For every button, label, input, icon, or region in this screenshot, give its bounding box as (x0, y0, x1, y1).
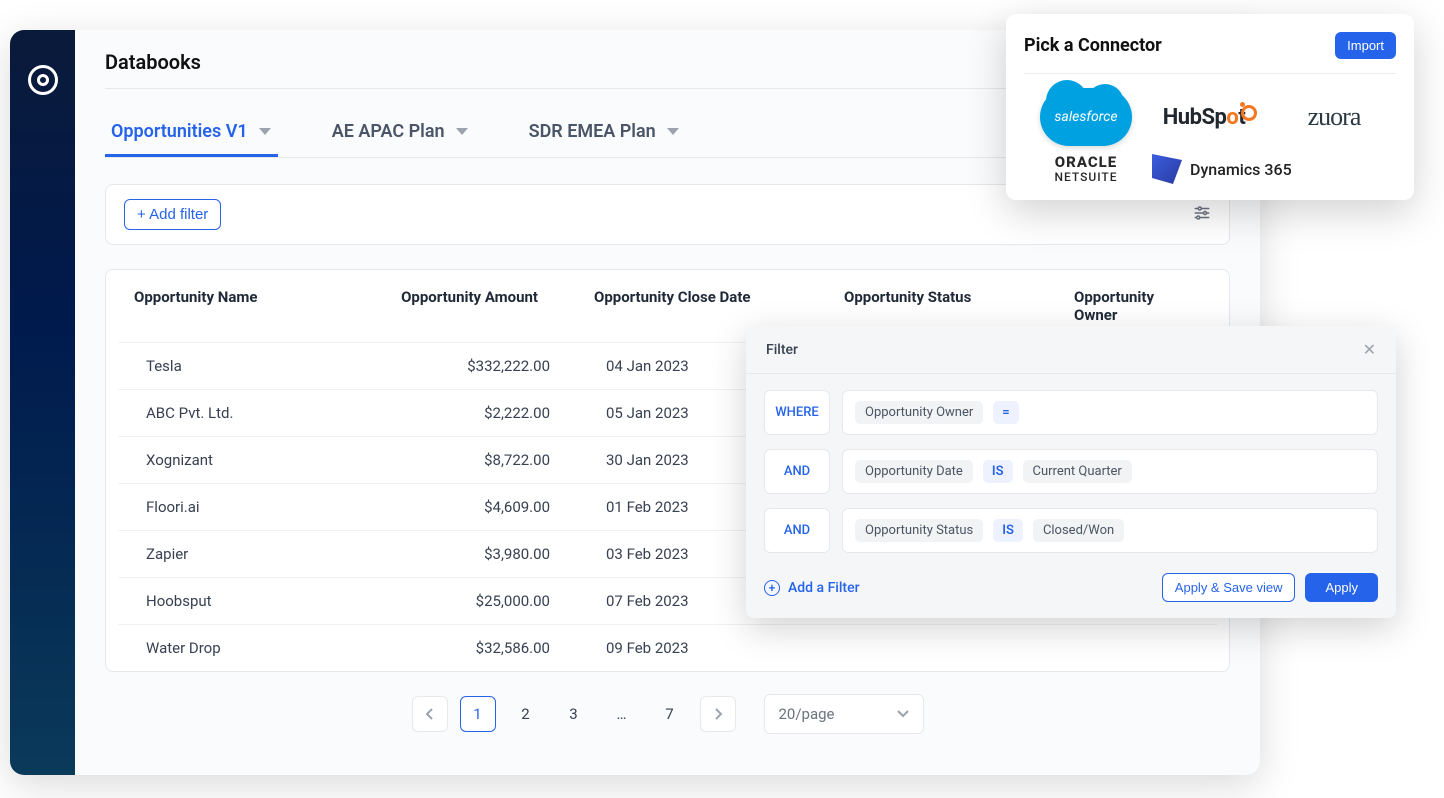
add-filter-link[interactable]: + Add a Filter (764, 580, 860, 596)
sidebar (10, 30, 75, 775)
page-next-button[interactable] (700, 696, 736, 732)
pagination: 1 2 3 … 7 20/page (105, 694, 1230, 734)
filter-expression[interactable]: Opportunity Owner = (842, 390, 1378, 435)
filter-expression[interactable]: Opportunity Date IS Current Quarter (842, 449, 1378, 494)
cell-name: Hoobsput (146, 592, 406, 610)
cell-amount: $4,609.00 (406, 498, 606, 516)
col-header-close-date: Opportunity Close Date (594, 288, 844, 324)
page-ellipsis: … (604, 696, 640, 732)
tab-ae-apac-plan[interactable]: AE APAC Plan (326, 109, 475, 157)
cell-name: Water Drop (146, 639, 406, 657)
oracle-top-label: ORACLE (1054, 155, 1117, 171)
filter-footer-buttons: Apply & Save view Apply (1162, 573, 1378, 602)
cell-name: Zapier (146, 545, 406, 563)
sliders-icon[interactable] (1193, 204, 1211, 226)
connector-zuora[interactable]: zuora (1308, 102, 1361, 132)
tab-opportunities-v1[interactable]: Opportunities V1 (105, 109, 278, 157)
filter-value-chip[interactable]: Current Quarter (1023, 460, 1132, 483)
col-header-name: Opportunity Name (134, 288, 394, 324)
col-header-status: Opportunity Status (844, 288, 1074, 324)
close-icon[interactable]: ✕ (1363, 340, 1376, 359)
cell-name: Xognizant (146, 451, 406, 469)
tab-label: AE APAC Plan (332, 121, 445, 142)
connector-hubspot[interactable]: HubSpot (1163, 105, 1258, 130)
col-header-owner: Opportunity Owner (1074, 288, 1201, 324)
import-button[interactable]: Import (1335, 32, 1396, 59)
cell-name: Tesla (146, 357, 406, 375)
clause-and[interactable]: AND (764, 449, 830, 494)
chevron-down-icon (455, 127, 469, 137)
app-logo-icon (28, 65, 58, 95)
filter-op-chip[interactable]: IS (993, 519, 1023, 542)
add-filter-link-label: Add a Filter (788, 580, 860, 596)
filter-field-chip[interactable]: Opportunity Date (855, 460, 973, 483)
tab-sdr-emea-plan[interactable]: SDR EMEA Plan (523, 109, 686, 157)
filter-panel-footer: + Add a Filter Apply & Save view Apply (746, 567, 1396, 618)
add-filter-button[interactable]: + Add filter (124, 199, 221, 230)
cell-amount: $25,000.00 (406, 592, 606, 610)
filter-op-chip[interactable]: IS (983, 460, 1013, 483)
chevron-down-icon (258, 127, 272, 137)
hubspot-label: HubSpot (1163, 105, 1246, 130)
filter-row: WHERE Opportunity Owner = (764, 390, 1378, 435)
page-size-select[interactable]: 20/page (764, 694, 924, 734)
tab-label: Opportunities V1 (111, 121, 248, 142)
filter-field-chip[interactable]: Opportunity Status (855, 519, 983, 542)
filter-panel-head: Filter ✕ (746, 326, 1396, 374)
table-row[interactable]: Water Drop $32,586.00 09 Feb 2023 (118, 624, 1217, 671)
col-header-amount: Opportunity Amount (394, 288, 594, 324)
filter-value-chip[interactable]: Closed/Won (1033, 519, 1124, 542)
tab-label: SDR EMEA Plan (529, 121, 656, 142)
page-size-label: 20/page (779, 705, 835, 723)
chevron-right-icon (713, 708, 723, 720)
filter-field-chip[interactable]: Opportunity Owner (855, 401, 983, 424)
chevron-down-icon (897, 710, 909, 718)
plus-circle-icon: + (764, 580, 780, 596)
dynamics-icon (1152, 154, 1182, 184)
apply-button[interactable]: Apply (1305, 573, 1378, 602)
connector-picker-card: Pick a Connector Import salesforce HubSp… (1006, 14, 1414, 200)
clause-and[interactable]: AND (764, 508, 830, 553)
cell-name: Floori.ai (146, 498, 406, 516)
cell-name: ABC Pvt. Ltd. (146, 404, 406, 422)
salesforce-icon: salesforce (1040, 88, 1132, 146)
filter-op-chip[interactable]: = (993, 401, 1018, 424)
page-1-button[interactable]: 1 (460, 696, 496, 732)
filter-row: AND Opportunity Status IS Closed/Won (764, 508, 1378, 553)
filter-row: AND Opportunity Date IS Current Quarter (764, 449, 1378, 494)
apply-save-button[interactable]: Apply & Save view (1162, 573, 1296, 602)
cell-amount: $32,586.00 (406, 639, 606, 657)
chevron-down-icon (666, 127, 680, 137)
chevron-left-icon (425, 708, 435, 720)
hubspot-icon (1241, 105, 1257, 121)
connector-picker-head: Pick a Connector Import (1024, 32, 1396, 74)
cell-amount: $332,222.00 (406, 357, 606, 375)
connector-oracle-netsuite[interactable]: ORACLE NETSUITE (1054, 155, 1117, 183)
filter-expression[interactable]: Opportunity Status IS Closed/Won (842, 508, 1378, 553)
connector-salesforce[interactable]: salesforce (1040, 88, 1132, 146)
filter-panel-title: Filter (766, 342, 798, 358)
dynamics-label: Dynamics 365 (1190, 160, 1292, 179)
page-2-button[interactable]: 2 (508, 696, 544, 732)
cell-close-date: 09 Feb 2023 (606, 639, 856, 657)
connector-picker-title: Pick a Connector (1024, 35, 1162, 56)
filter-panel-body: WHERE Opportunity Owner = AND Opportunit… (746, 374, 1396, 567)
page-7-button[interactable]: 7 (652, 696, 688, 732)
connector-dynamics-365[interactable]: Dynamics 365 (1148, 154, 1292, 184)
cell-amount: $2,222.00 (406, 404, 606, 422)
cell-amount: $3,980.00 (406, 545, 606, 563)
page-3-button[interactable]: 3 (556, 696, 592, 732)
filter-panel: Filter ✕ WHERE Opportunity Owner = AND O… (746, 326, 1396, 618)
cell-amount: $8,722.00 (406, 451, 606, 469)
connector-grid: salesforce HubSpot zuora ORACLE NETSUITE… (1024, 74, 1396, 194)
page-prev-button[interactable] (412, 696, 448, 732)
clause-where[interactable]: WHERE (764, 390, 830, 435)
oracle-bottom-label: NETSUITE (1054, 171, 1117, 184)
